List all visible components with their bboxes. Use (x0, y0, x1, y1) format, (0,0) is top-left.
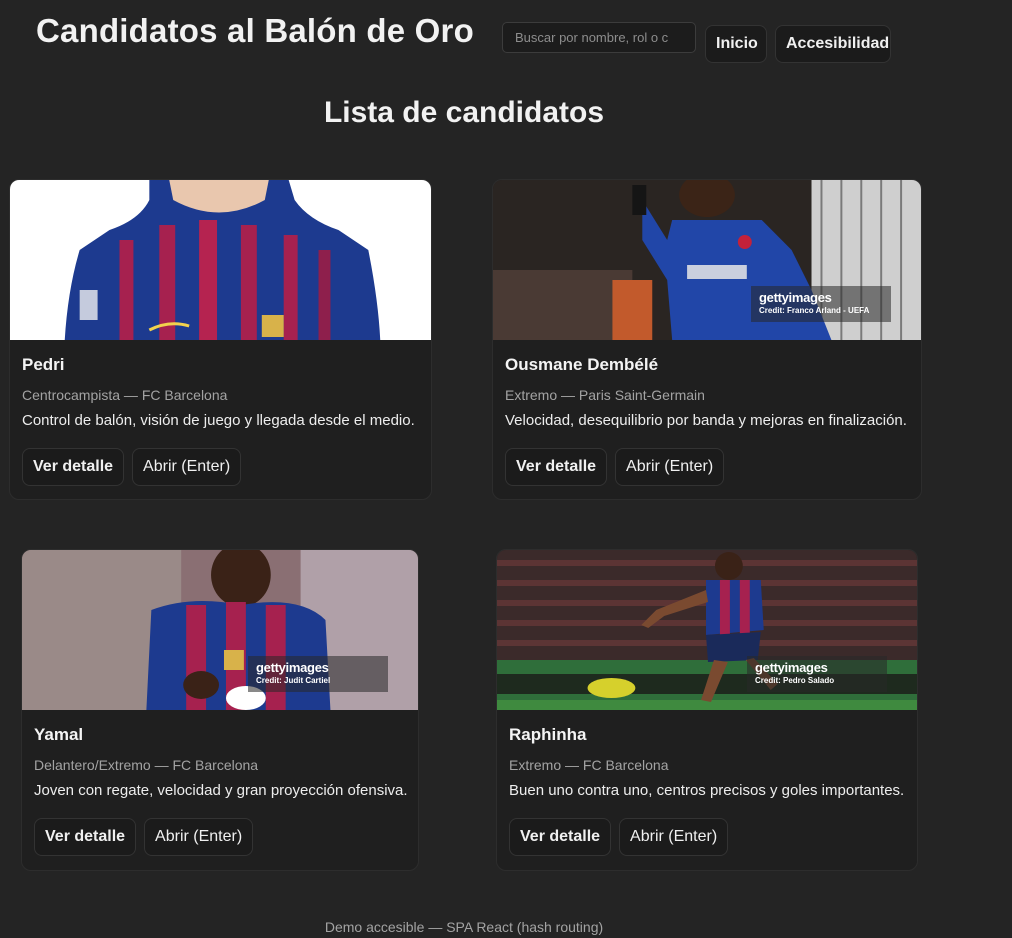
card-actions: Ver detalle Abrir (Enter) (34, 818, 406, 856)
view-detail-button[interactable]: Ver detalle (22, 448, 125, 486)
search-input[interactable] (502, 22, 696, 53)
open-enter-button[interactable]: Abrir (Enter) (132, 448, 242, 486)
photo-credit: Credit: Franco Arland - UEFA (759, 306, 870, 315)
section-heading: Lista de candidatos (323, 96, 605, 129)
getty-logo: gettyimages (256, 660, 329, 675)
candidate-role: Centrocampista — FC Barcelona (22, 387, 228, 403)
view-detail-button[interactable]: Ver detalle (509, 818, 612, 856)
candidate-card-dembele: gettyimages Credit: Franco Arland - UEFA… (492, 179, 922, 500)
candidate-name: Yamal (34, 725, 84, 744)
candidate-role: Delantero/Extremo — FC Barcelona (34, 757, 259, 773)
card-actions: Ver detalle Abrir (Enter) (22, 448, 419, 486)
card-actions: Ver detalle Abrir (Enter) (509, 818, 905, 856)
candidate-photo: gettyimages Credit: Judit Cartiel (22, 550, 418, 710)
candidate-card-raphinha: gettyimages Credit: Pedro Salado Raphinh… (496, 549, 918, 871)
photo-credit: Credit: Pedro Salado (755, 676, 835, 685)
card-body: Yamal Delantero/Extremo — FC Barcelona J… (22, 710, 418, 856)
open-enter-button[interactable]: Abrir (Enter) (615, 448, 725, 486)
card-body: Raphinha Extremo — FC Barcelona Buen uno… (497, 710, 917, 856)
candidate-name: Raphinha (509, 725, 587, 744)
app-title: Candidatos al Balón de Oro (36, 12, 474, 49)
candidate-card-yamal: gettyimages Credit: Judit Cartiel Yamal … (21, 549, 419, 871)
candidate-role: Extremo — FC Barcelona (509, 757, 669, 773)
player-photo-image (10, 180, 431, 340)
getty-watermark: gettyimages Credit: Judit Cartiel (248, 656, 388, 692)
card-actions: Ver detalle Abrir (Enter) (505, 448, 909, 486)
open-enter-button[interactable]: Abrir (Enter) (144, 818, 254, 856)
candidate-name: Pedri (22, 355, 65, 374)
open-enter-button[interactable]: Abrir (Enter) (619, 818, 729, 856)
getty-watermark: gettyimages Credit: Franco Arland - UEFA (751, 286, 891, 322)
candidate-description: Control de balón, visión de juego y lleg… (22, 412, 415, 429)
view-detail-button[interactable]: Ver detalle (34, 818, 137, 856)
candidate-role: Extremo — Paris Saint-Germain (505, 387, 705, 403)
getty-logo: gettyimages (759, 290, 832, 305)
candidate-description: Buen uno contra uno, centros precisos y … (509, 782, 905, 799)
candidate-photo (10, 180, 431, 340)
top-header: Candidatos al Balón de Oro Inicio Accesi… (0, 0, 1012, 80)
photo-credit: Credit: Judit Cartiel (256, 676, 331, 685)
card-body: Pedri Centrocampista — FC Barcelona Cont… (10, 340, 431, 486)
candidate-name: Ousmane Dembélé (505, 355, 659, 374)
card-body: Ousmane Dembélé Extremo — Paris Saint-Ge… (493, 340, 921, 486)
candidate-photo: gettyimages Credit: Pedro Salado (497, 550, 917, 710)
candidate-card-pedri: Pedri Centrocampista — FC Barcelona Cont… (9, 179, 432, 500)
nav-home-button[interactable]: Inicio (705, 25, 767, 63)
footer-text: Demo accesible — SPA React (hash routing… (324, 919, 604, 935)
candidate-description: Velocidad, desequilibrio por banda y mej… (505, 412, 907, 429)
nav-accessibility-button[interactable]: Accesibilidad (775, 25, 891, 63)
getty-watermark: gettyimages Credit: Pedro Salado (747, 656, 887, 692)
candidate-description: Joven con regate, velocidad y gran proye… (34, 782, 408, 799)
view-detail-button[interactable]: Ver detalle (505, 448, 608, 486)
candidate-photo: gettyimages Credit: Franco Arland - UEFA (493, 180, 921, 340)
getty-logo: gettyimages (755, 660, 828, 675)
